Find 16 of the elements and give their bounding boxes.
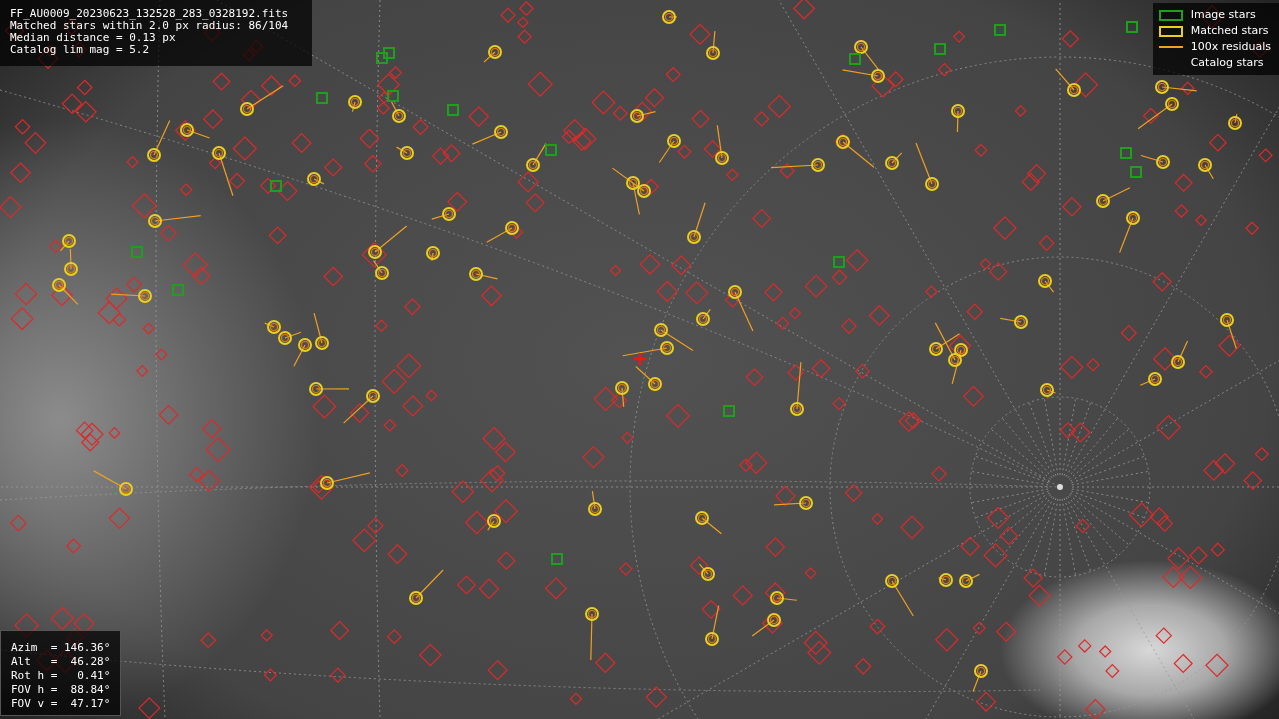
image-star-symbol-icon xyxy=(1158,9,1183,21)
matched-star-symbol-icon xyxy=(1158,25,1183,37)
info-text: Matched stars within 2.0 px radius: 86/104 xyxy=(10,20,290,32)
pointing-text: FOV v = 47.17° xyxy=(11,697,111,711)
info-text: Catalog lim mag = 5.2 xyxy=(10,44,151,56)
pointing-text: Azim = 146.36° xyxy=(11,641,111,655)
legend-label: Image stars xyxy=(1190,7,1256,23)
pointing-text: Rot h = 0.41° xyxy=(11,669,111,683)
legend-label: Catalog stars xyxy=(1190,55,1264,71)
info-text: FF_AU0009_20230623_132528_283_0328192.fits xyxy=(10,8,290,20)
legend-label: 100x residuals xyxy=(1190,39,1271,55)
residual-line-icon xyxy=(1158,46,1183,48)
legend-label: Matched stars xyxy=(1190,23,1269,39)
pointing-text: Alt = 46.28° xyxy=(11,655,111,669)
info-text: Median distance = 0.13 px xyxy=(10,32,177,44)
pointing-text: FOV h = 88.84° xyxy=(11,683,111,697)
